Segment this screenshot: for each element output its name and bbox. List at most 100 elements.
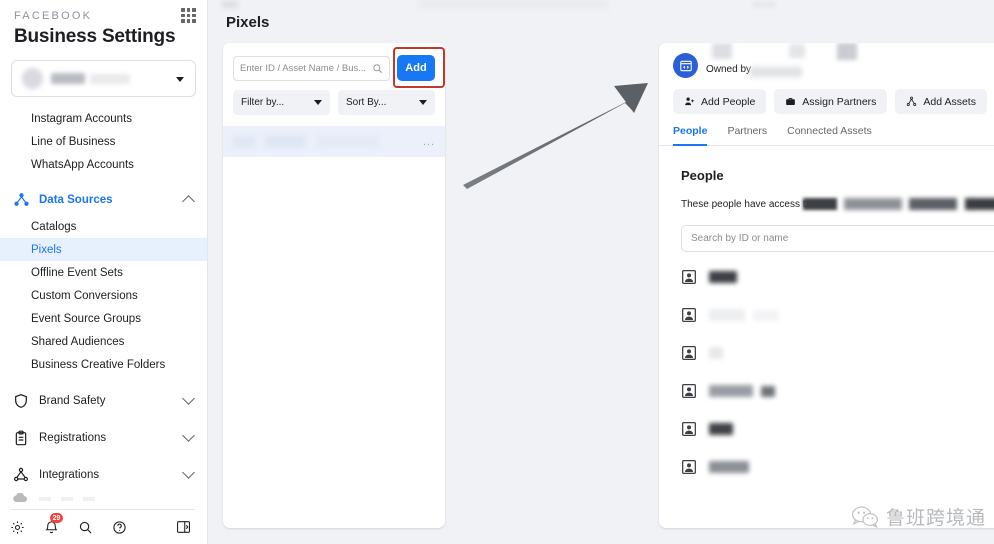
top-ghost-left bbox=[222, 1, 238, 8]
list-item-overflow-menu[interactable]: ... bbox=[423, 136, 435, 148]
sidebar-group-partial-hidden[interactable] bbox=[0, 489, 206, 509]
sidebar-group-registrations[interactable]: Registrations bbox=[0, 422, 207, 453]
sidebar-item-whatsapp-accounts[interactable]: WhatsApp Accounts bbox=[0, 153, 207, 176]
search-input[interactable] bbox=[240, 62, 372, 74]
account-avatar bbox=[22, 68, 43, 89]
sidebar-group-label: Brand Safety bbox=[39, 394, 106, 407]
sidebar-item-catalogs[interactable]: Catalogs bbox=[0, 215, 207, 238]
sidebar-group-label: Registrations bbox=[39, 431, 107, 444]
add-button[interactable]: Add bbox=[397, 55, 435, 81]
action-label: Assign Partners bbox=[802, 95, 877, 108]
avatar-icon bbox=[682, 270, 696, 284]
account-name-redacted bbox=[51, 73, 85, 84]
people-list-row[interactable] bbox=[681, 410, 994, 448]
sidebar: FACEBOOK Business Settings Instagram Acc… bbox=[0, 0, 208, 544]
header-redacted-3 bbox=[837, 43, 857, 60]
sidebar-group-data-sources[interactable]: Data Sources bbox=[0, 184, 207, 215]
list-item-selected[interactable]: ... bbox=[223, 126, 445, 157]
avatar-icon bbox=[682, 422, 696, 436]
filter-by-label: Filter by... bbox=[241, 97, 285, 108]
data-sources-icon bbox=[12, 191, 30, 209]
tab-label: Partners bbox=[727, 125, 768, 137]
people-list-row[interactable] bbox=[681, 372, 994, 410]
sidebar-item-custom-conversions[interactable]: Custom Conversions bbox=[0, 284, 207, 307]
sidebar-partial-label bbox=[39, 497, 95, 501]
sidebar-item-label: Pixels bbox=[31, 243, 62, 256]
action-label: Add Assets bbox=[923, 95, 976, 108]
person-name-redacted bbox=[709, 347, 723, 359]
assets-icon bbox=[907, 96, 917, 106]
facebook-brand-label: FACEBOOK bbox=[14, 10, 93, 22]
header-redacted-1 bbox=[712, 43, 732, 59]
sidebar-group-brand-safety[interactable]: Brand Safety bbox=[0, 385, 207, 416]
asset-search-field[interactable] bbox=[233, 55, 390, 81]
chevron-down-icon[interactable] bbox=[182, 392, 195, 405]
avatar-icon bbox=[682, 384, 696, 398]
pixel-owner-meta: Owned by bbox=[706, 59, 802, 78]
top-partial-chrome bbox=[208, 0, 994, 13]
chevron-down-icon[interactable] bbox=[176, 77, 184, 82]
add-assets-button[interactable]: Add Assets bbox=[895, 89, 987, 114]
tab-connected-assets[interactable]: Connected Assets bbox=[787, 125, 872, 146]
sidebar-item-event-source-groups[interactable]: Event Source Groups bbox=[0, 307, 207, 330]
chevron-up-icon[interactable] bbox=[182, 195, 195, 208]
help-icon[interactable] bbox=[102, 510, 136, 544]
list-item-sub-redacted bbox=[317, 136, 379, 147]
sidebar-item-offline-event-sets[interactable]: Offline Event Sets bbox=[0, 261, 207, 284]
sidebar-item-label: Offline Event Sets bbox=[31, 266, 123, 279]
clipboard-icon bbox=[12, 429, 30, 447]
filter-by-dropdown[interactable]: Filter by... bbox=[233, 90, 330, 115]
sidebar-item-label: Business Creative Folders bbox=[31, 358, 166, 371]
integrations-icon bbox=[12, 466, 30, 484]
panel-toggle-icon[interactable] bbox=[166, 510, 200, 544]
people-section: People Add People These people have acce… bbox=[659, 146, 994, 486]
description-start: These people have access t bbox=[681, 199, 806, 210]
sidebar-item-business-creative-folders[interactable]: Business Creative Folders bbox=[0, 353, 207, 376]
account-selector[interactable] bbox=[11, 60, 196, 97]
bell-icon[interactable]: 29 bbox=[34, 510, 68, 544]
person-id-redacted bbox=[753, 309, 779, 321]
search-icon[interactable] bbox=[68, 510, 102, 544]
people-list bbox=[681, 258, 994, 486]
sidebar-group-integrations[interactable]: Integrations bbox=[0, 459, 207, 490]
list-search-row: Add bbox=[223, 43, 445, 81]
main-content: Pixels Add Filter by... Sort By... bbox=[208, 0, 994, 544]
page-title: Pixels bbox=[226, 14, 270, 31]
sidebar-item-label: Custom Conversions bbox=[31, 289, 138, 302]
detail-tabs: People Partners Connected Assets bbox=[659, 116, 994, 146]
sidebar-item-shared-audiences[interactable]: Shared Audiences bbox=[0, 330, 207, 353]
people-list-row[interactable] bbox=[681, 334, 994, 372]
watermark: 鲁班跨境通 bbox=[851, 503, 986, 530]
avatar-icon bbox=[682, 460, 696, 474]
sidebar-nav: Instagram Accounts Line of Business What… bbox=[0, 107, 207, 490]
sidebar-item-label: Instagram Accounts bbox=[31, 112, 132, 125]
tab-label: Connected Assets bbox=[787, 125, 872, 137]
search-icon bbox=[373, 63, 382, 73]
add-people-button[interactable]: Add People bbox=[673, 89, 767, 114]
owner-name-redacted bbox=[750, 67, 802, 77]
description-redacted-2 bbox=[844, 198, 902, 210]
people-list-row[interactable] bbox=[681, 448, 994, 486]
sort-by-label: Sort By... bbox=[346, 97, 387, 108]
pixels-list-panel: Add Filter by... Sort By... ... bbox=[223, 43, 445, 528]
people-list-row[interactable] bbox=[681, 296, 994, 334]
sort-by-dropdown[interactable]: Sort By... bbox=[338, 90, 435, 115]
person-name-redacted bbox=[709, 309, 745, 321]
chevron-down-icon[interactable] bbox=[182, 466, 195, 479]
sidebar-item-instagram-accounts[interactable]: Instagram Accounts bbox=[0, 107, 207, 130]
tab-people[interactable]: People bbox=[673, 125, 708, 146]
people-search-field[interactable] bbox=[681, 225, 994, 252]
sidebar-item-label: Shared Audiences bbox=[31, 335, 125, 348]
avatar-icon bbox=[682, 308, 696, 322]
app-grid-icon[interactable] bbox=[181, 8, 196, 23]
gear-icon[interactable] bbox=[0, 510, 34, 544]
sidebar-item-pixels[interactable]: Pixels bbox=[0, 238, 207, 261]
sidebar-item-label: WhatsApp Accounts bbox=[31, 158, 134, 171]
people-list-row[interactable] bbox=[681, 258, 994, 296]
people-search-input[interactable] bbox=[691, 233, 994, 244]
chevron-down-icon[interactable] bbox=[182, 429, 195, 442]
tab-partners[interactable]: Partners bbox=[727, 125, 767, 146]
assign-partners-button[interactable]: Assign Partners bbox=[774, 89, 888, 114]
sidebar-item-line-of-business[interactable]: Line of Business bbox=[0, 130, 207, 153]
person-id-redacted bbox=[761, 385, 775, 397]
